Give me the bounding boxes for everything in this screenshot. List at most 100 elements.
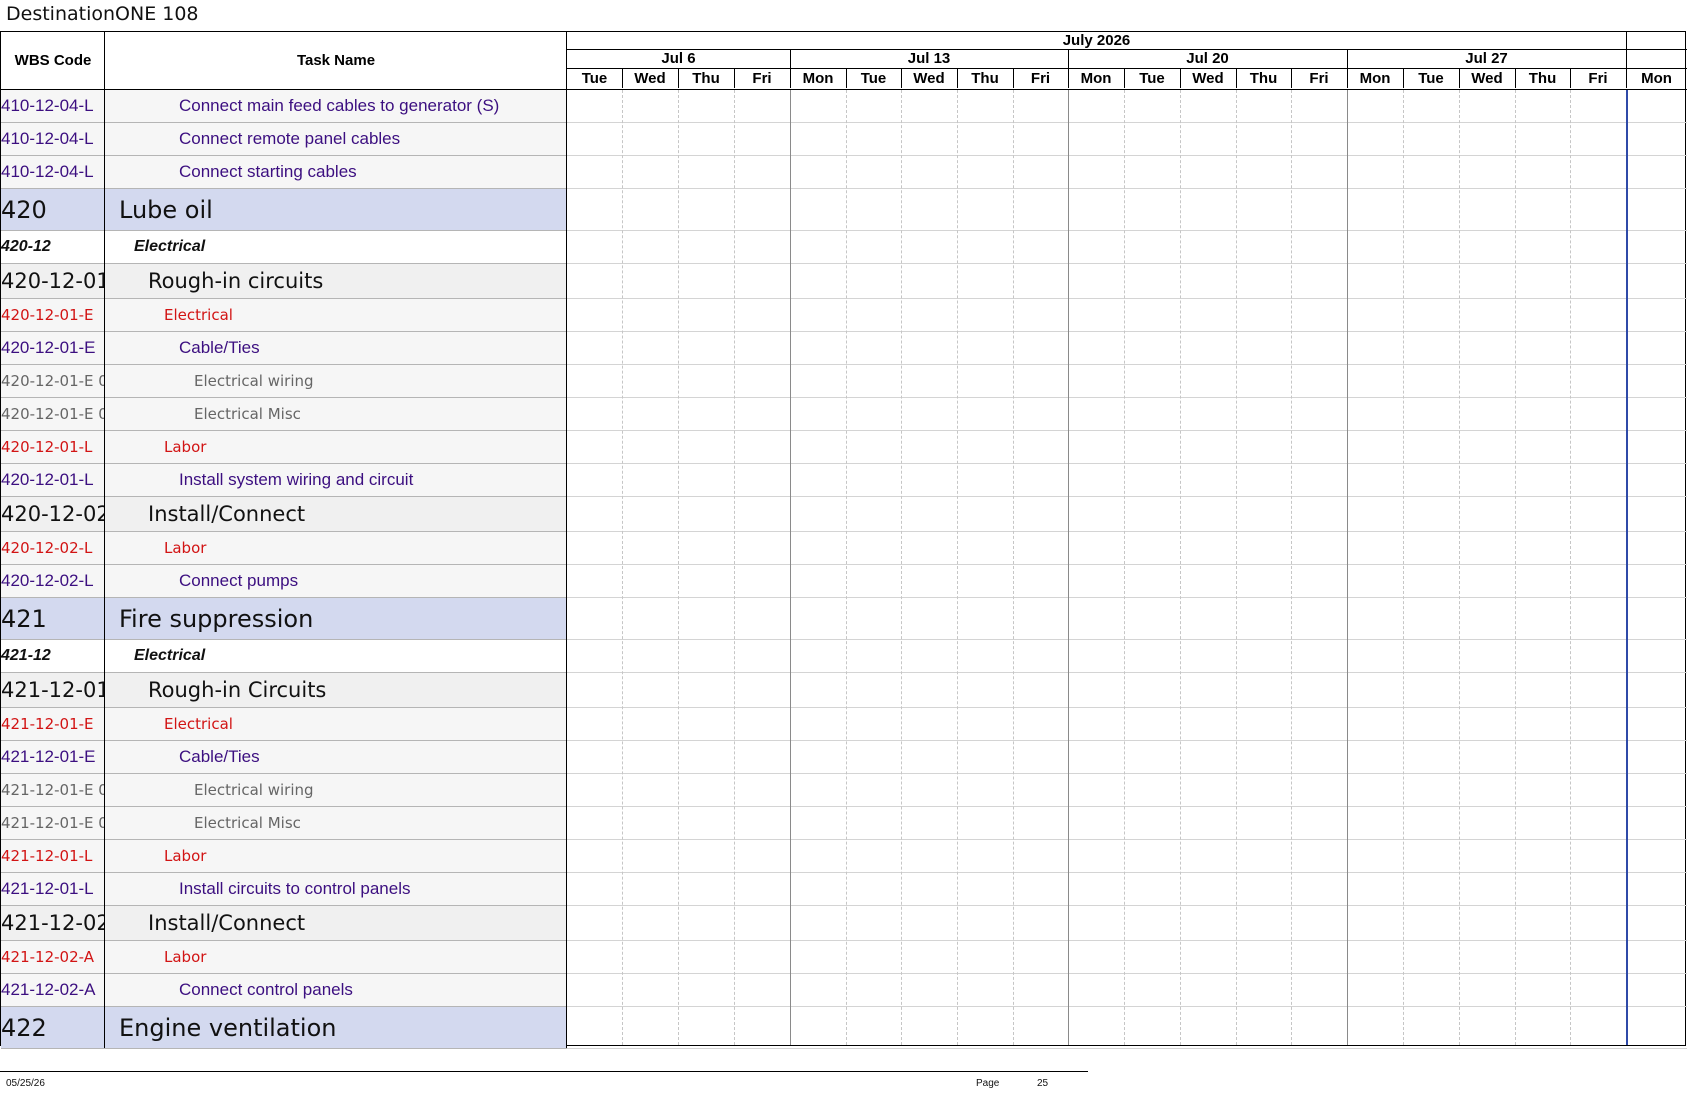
table-row: 420 Lube oil	[1, 189, 567, 231]
day-label: Wed	[1471, 70, 1503, 87]
task-name: Connect remote panel cables	[105, 123, 567, 155]
task-name: Rough-in Circuits	[105, 673, 567, 707]
week-label: Jul 27	[1465, 50, 1508, 67]
day-label: Wed	[913, 70, 945, 87]
wbs-code: 421-12-02-A	[1, 974, 105, 1006]
table-row: 421-12-01-E Electrical	[1, 708, 567, 741]
day-gridline	[957, 90, 958, 1045]
day-gridline	[1013, 90, 1014, 1045]
day-divider	[846, 68, 847, 88]
footer-date: 05/25/26	[6, 1078, 45, 1089]
timeline-row	[567, 598, 1687, 640]
timeline-row	[567, 640, 1687, 673]
timeline-row	[567, 741, 1687, 774]
timeline-row	[567, 123, 1687, 156]
wbs-code: 420-12-02	[1, 497, 105, 531]
day-label: Fri	[752, 70, 772, 87]
day-label: Thu	[692, 70, 720, 87]
task-name: Electrical	[105, 708, 567, 740]
timeline-row	[567, 264, 1687, 299]
task-name: Electrical Misc	[105, 807, 567, 839]
day-label: Tue	[1418, 70, 1444, 87]
task-name: Fire suppression	[105, 598, 567, 639]
timeline-row	[567, 497, 1687, 532]
task-name: Connect main feed cables to generator (S…	[105, 90, 567, 122]
wbs-code: 421-12-01-E	[1, 708, 105, 740]
table-row: 410-12-04-L Connect main feed cables to g…	[1, 90, 567, 123]
table-row: 421-12-01-E 02Electrical Misc	[1, 807, 567, 840]
day-gridline	[1515, 90, 1516, 1045]
table-row: 420-12-01-L Labor	[1, 431, 567, 464]
task-name: Rough-in circuits	[105, 264, 567, 298]
timeline-row	[567, 189, 1687, 231]
timeline-row	[567, 774, 1687, 807]
table-row: 421 Fire suppression	[1, 598, 567, 640]
table-row: 420-12-01-E Cable/Ties	[1, 332, 567, 365]
month-row-line	[567, 49, 1687, 50]
day-gridline	[901, 90, 902, 1045]
task-name: Engine ventilation	[105, 1007, 567, 1048]
day-label: Fri	[1309, 70, 1329, 87]
timeline-row	[567, 673, 1687, 708]
wbs-code: 410-12-04-L	[1, 90, 105, 122]
task-name: Cable/Ties	[105, 741, 567, 773]
table-row: 421-12-01-E Cable/Ties	[1, 741, 567, 774]
timeline-row	[567, 231, 1687, 264]
wbs-code: 420-12-01-E	[1, 299, 105, 331]
task-name: Lube oil	[105, 189, 567, 230]
day-label: Mon	[802, 70, 834, 87]
wbs-code: 420-12-02-L	[1, 565, 105, 597]
table-row: 420-12 Electrical	[1, 231, 567, 264]
day-gridline	[1403, 90, 1404, 1045]
task-name: Electrical wiring	[105, 365, 567, 397]
table-row: 421-12-01-E 01Electrical wiring	[1, 774, 567, 807]
day-gridline	[1180, 90, 1181, 1045]
table-row: 420-12-01 Rough-in circuits	[1, 264, 567, 299]
wbs-code: 420	[1, 189, 105, 230]
table-row: 410-12-04-L Connect starting cables	[1, 156, 567, 189]
day-gridline	[1068, 90, 1069, 1045]
day-divider	[734, 68, 735, 88]
day-divider	[1347, 68, 1348, 88]
wbs-code: 421-12-01-E 01	[1, 774, 105, 806]
month-label: July 2026	[1062, 32, 1131, 49]
table-row: 422 Engine ventilation	[1, 1007, 567, 1049]
table-row: 420-12-02 Install/Connect	[1, 497, 567, 532]
wbs-code: 420-12-01	[1, 264, 105, 298]
table-row: 421-12-01-L Labor	[1, 840, 567, 873]
table-row: 420-12-02-L Connect pumps	[1, 565, 567, 598]
table-row: 421-12-02 Install/Connect	[1, 906, 567, 941]
day-divider	[1626, 68, 1627, 88]
day-divider	[1068, 68, 1069, 88]
day-divider	[678, 68, 679, 88]
day-label: Fri	[1030, 70, 1051, 87]
day-divider	[1570, 68, 1571, 88]
task-column-divider	[566, 32, 567, 1045]
day-gridline	[1124, 90, 1125, 1045]
week-label: Jul 20	[1186, 50, 1229, 67]
table-row: 421-12 Electrical	[1, 640, 567, 673]
day-divider	[957, 68, 958, 88]
wbs-code: 420-12-01-E 01	[1, 365, 105, 397]
day-divider	[1459, 68, 1460, 88]
day-gridline	[846, 90, 847, 1045]
task-name: Connect starting cables	[105, 156, 567, 188]
timeline-row	[567, 565, 1687, 598]
day-gridline	[1570, 90, 1571, 1045]
wbs-code: 420-12-01-L	[1, 431, 105, 463]
timeline-row	[567, 974, 1687, 1007]
wbs-column-header: WBS Code	[14, 52, 92, 69]
wbs-code: 421-12-01-L	[1, 873, 105, 905]
day-divider	[622, 68, 623, 88]
day-divider	[790, 68, 791, 88]
wbs-code: 421	[1, 598, 105, 639]
day-gridline	[678, 90, 679, 1045]
table-row: 421-12-01 Rough-in Circuits	[1, 673, 567, 708]
footer-page-label: Page	[976, 1078, 1000, 1089]
week-label: Jul 13	[907, 50, 951, 67]
wbs-code: 420-12	[1, 231, 105, 263]
timeline-row	[567, 365, 1687, 398]
timeline-row	[567, 464, 1687, 497]
task-name: Install circuits to control panels	[105, 873, 567, 905]
task-name: Electrical	[105, 640, 567, 672]
